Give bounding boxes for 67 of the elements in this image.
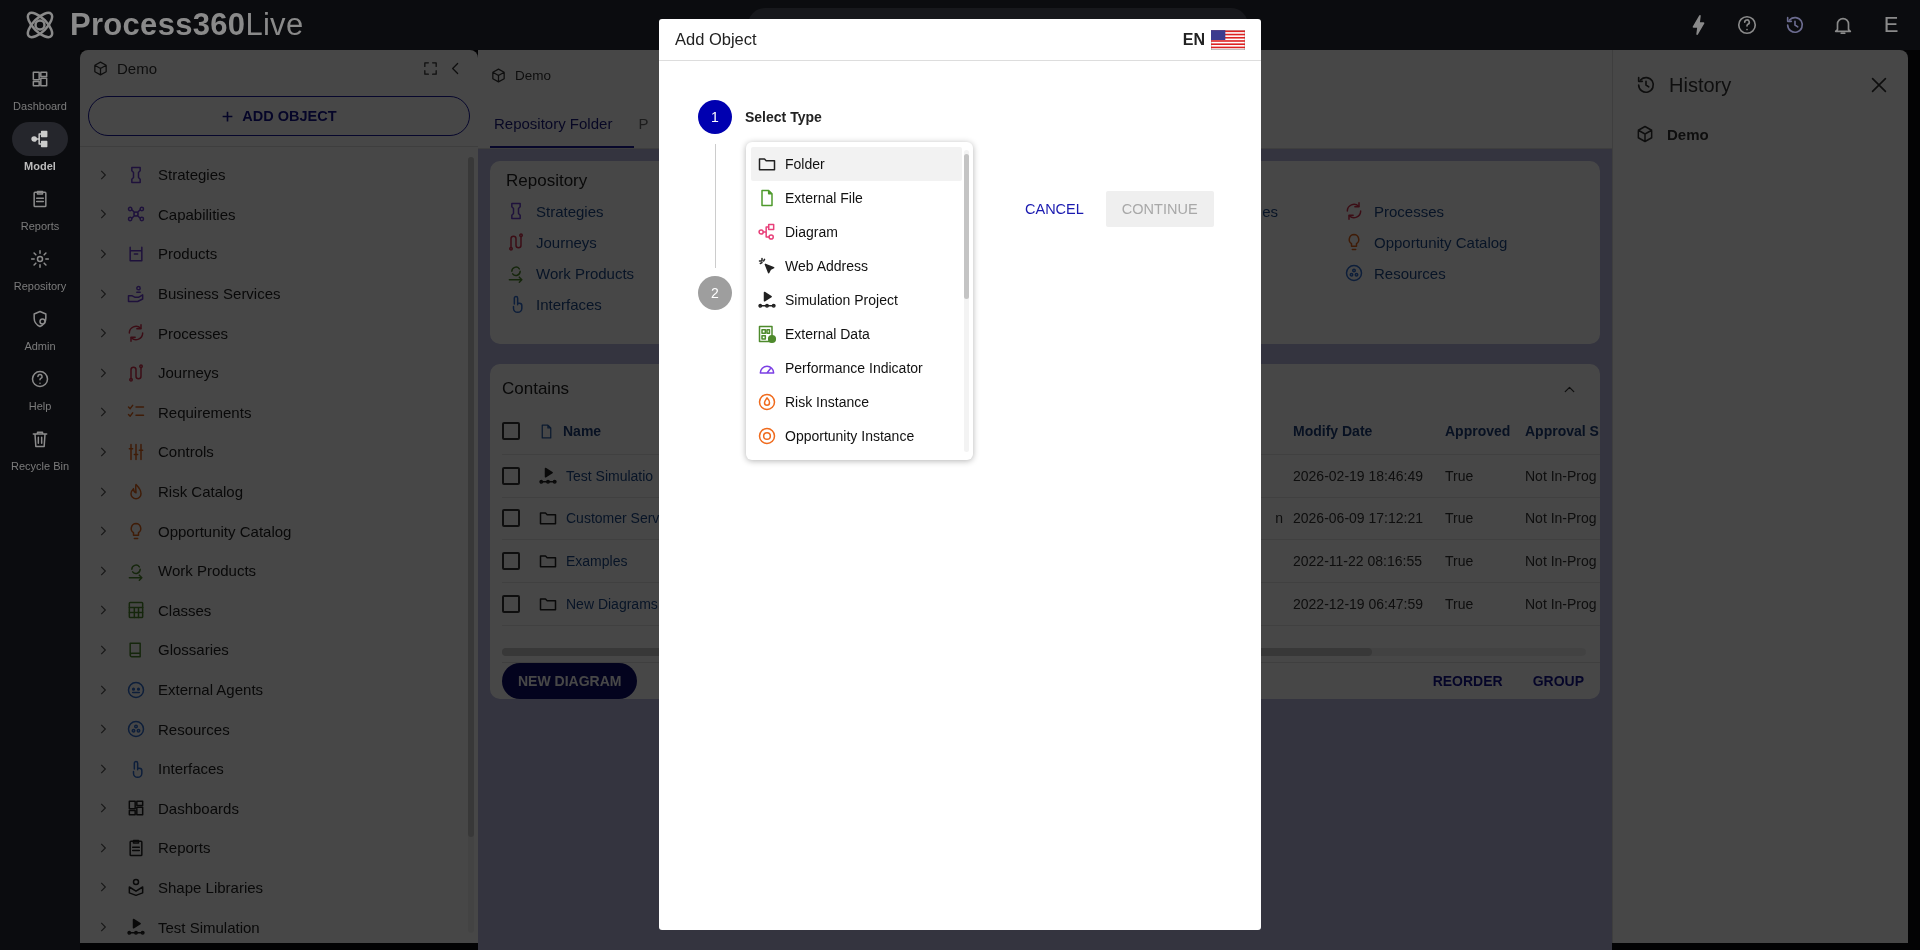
item-link[interactable]: Test Simulatio bbox=[566, 467, 654, 484]
action-button[interactable]: GROUP bbox=[1532, 673, 1584, 689]
trash-icon bbox=[30, 429, 50, 449]
user-avatar[interactable]: E bbox=[1880, 12, 1902, 38]
flame-icon bbox=[757, 392, 777, 412]
history-icon[interactable] bbox=[1784, 14, 1806, 36]
table-cell: True bbox=[1445, 553, 1474, 570]
action-button[interactable]: REORDER bbox=[1432, 673, 1503, 689]
panel-title: History bbox=[1669, 73, 1732, 97]
table-cell: True bbox=[1445, 596, 1474, 613]
table-cell: Not In-Prog bbox=[1525, 596, 1597, 613]
help-icon[interactable] bbox=[1736, 14, 1758, 36]
cursor-click-icon bbox=[757, 256, 777, 276]
step-number: 2 bbox=[698, 276, 732, 310]
rail-item[interactable]: Admin bbox=[2, 302, 78, 352]
dropdown-option[interactable]: Simulation Project bbox=[751, 283, 962, 317]
data-grid-icon bbox=[757, 324, 777, 344]
table-cell: Not In-Prog bbox=[1525, 553, 1597, 570]
diagram-icon bbox=[30, 129, 50, 149]
dialog-title: Add Object bbox=[675, 30, 757, 49]
dropdown-option[interactable]: Folder bbox=[751, 147, 962, 181]
shield-icon bbox=[30, 309, 50, 329]
dropdown-option[interactable]: Diagram bbox=[751, 215, 962, 249]
column-header[interactable]: Name bbox=[563, 423, 602, 440]
logo-text: Process360Live bbox=[70, 7, 304, 43]
panel-title: Demo bbox=[117, 59, 157, 77]
item-link[interactable]: Customer Serv bbox=[566, 510, 660, 527]
item-link[interactable]: Examples bbox=[566, 553, 628, 570]
table-cell: True bbox=[1445, 510, 1474, 527]
content-title: Demo bbox=[515, 67, 551, 83]
rail-item[interactable]: Recycle Bin bbox=[2, 422, 78, 472]
table-cell: 2022-12-19 06:47:59 bbox=[1293, 596, 1423, 613]
column-header[interactable]: Modify Date bbox=[1293, 423, 1373, 440]
target-icon bbox=[757, 426, 777, 446]
rail-item[interactable]: Repository bbox=[2, 242, 78, 292]
language-code[interactable]: EN bbox=[1182, 30, 1205, 49]
table-cell: Not In-Prog bbox=[1525, 510, 1597, 527]
dropdown-option[interactable]: Performance Indicator bbox=[751, 351, 962, 385]
rail-item[interactable]: Dashboard bbox=[2, 62, 78, 112]
dashboard-icon bbox=[30, 69, 50, 89]
item-link[interactable]: New Diagrams bbox=[566, 596, 658, 613]
step-label: Select Type bbox=[745, 109, 822, 125]
dropdown-option[interactable]: Opportunity Instance bbox=[751, 419, 962, 453]
table-cell: Not In-Prog bbox=[1525, 467, 1597, 484]
step-number: 1 bbox=[698, 100, 732, 134]
diagram-icon bbox=[757, 222, 777, 242]
dropdown-option[interactable]: External Data bbox=[751, 317, 962, 351]
dropdown-option[interactable]: Risk Instance bbox=[751, 385, 962, 419]
play-icon bbox=[757, 290, 777, 310]
flag-icon[interactable] bbox=[1211, 29, 1245, 50]
card-title: Contains bbox=[502, 379, 570, 400]
dropdown-option[interactable]: External File bbox=[751, 181, 962, 215]
cancel-button[interactable]: CANCEL bbox=[1021, 191, 1088, 227]
table-cell: True bbox=[1445, 467, 1474, 484]
help-icon bbox=[30, 369, 50, 389]
clipboard-icon bbox=[30, 189, 50, 209]
dropdown-option[interactable]: Web Address bbox=[751, 249, 962, 283]
rail-item[interactable]: Help bbox=[2, 362, 78, 412]
rail-item[interactable]: Reports bbox=[2, 182, 78, 232]
column-header[interactable]: Approved bbox=[1445, 423, 1511, 440]
card-title: Repository bbox=[506, 171, 588, 190]
table-cell: 2026-06-09 17:12:21 bbox=[1293, 510, 1423, 527]
table-cell: 2022-11-22 08:16:55 bbox=[1293, 553, 1422, 570]
column-header[interactable]: Approval S bbox=[1525, 423, 1599, 440]
table-cell: n bbox=[1275, 510, 1283, 527]
table-cell: 2026-02-19 18:46:49 bbox=[1293, 467, 1423, 484]
scroll-thumb[interactable] bbox=[964, 154, 969, 299]
